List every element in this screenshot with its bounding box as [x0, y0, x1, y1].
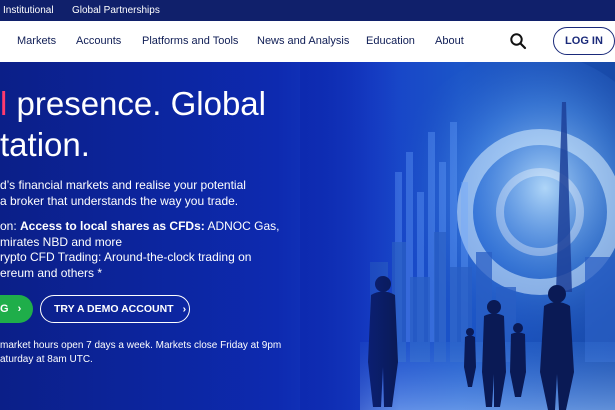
- market-hours-note-line-2: aturday at 8am UTC.: [0, 354, 93, 365]
- hero-headline-line-2: tation.: [0, 126, 90, 163]
- hero-intro-line-1: d’s financial markets and realise your p…: [0, 178, 246, 192]
- main-navigation: Markets Accounts Platforms and Tools New…: [0, 21, 615, 62]
- chevron-right-icon: ›: [182, 303, 187, 315]
- open-account-button[interactable]: G ›: [0, 295, 33, 323]
- nav-item-markets[interactable]: Markets: [17, 35, 56, 47]
- nav-item-education[interactable]: Education: [366, 35, 415, 47]
- promo-1-prefix: on:: [0, 219, 21, 233]
- nav-item-accounts[interactable]: Accounts: [76, 35, 121, 47]
- try-demo-account-button[interactable]: TRY A DEMO ACCOUNT ›: [40, 295, 190, 323]
- hero-intro-line-2: a broker that understands the way you tr…: [0, 194, 239, 208]
- nav-item-about[interactable]: About: [435, 35, 464, 47]
- search-icon[interactable]: [509, 32, 527, 50]
- promo-line-3: rypto CFD Trading: Around-the-clock trad…: [0, 250, 252, 264]
- promo-line-2: mirates NBD and more: [0, 235, 123, 249]
- market-hours-note-line-1: market hours open 7 days a week. Markets…: [0, 340, 282, 351]
- top-utility-bar: Institutional Global Partnerships: [0, 0, 615, 21]
- headline-text-1: presence. Global: [7, 85, 267, 122]
- promo-line-4: ereum and others *: [0, 266, 103, 280]
- promo-1-rest: ADNOC Gas,: [204, 219, 280, 233]
- log-in-button[interactable]: LOG IN: [553, 27, 615, 55]
- institutional-link[interactable]: Institutional: [3, 5, 54, 16]
- nav-item-news-and-analysis[interactable]: News and Analysis: [257, 35, 349, 47]
- global-partnerships-link[interactable]: Global Partnerships: [72, 5, 160, 16]
- open-account-label: G: [0, 303, 9, 315]
- promo-1-bold: Access to local shares as CFDs:: [20, 219, 205, 233]
- try-demo-label: TRY A DEMO ACCOUNT: [54, 303, 174, 315]
- nav-item-platforms-and-tools[interactable]: Platforms and Tools: [142, 35, 238, 47]
- hero-headline-line-1: l presence. Global: [0, 87, 266, 120]
- promo-line-1: on: Access to local shares as CFDs: ADNO…: [0, 220, 279, 232]
- chevron-right-icon: ›: [17, 303, 22, 315]
- hero-banner: l presence. Global tation. d’s financial…: [0, 62, 615, 410]
